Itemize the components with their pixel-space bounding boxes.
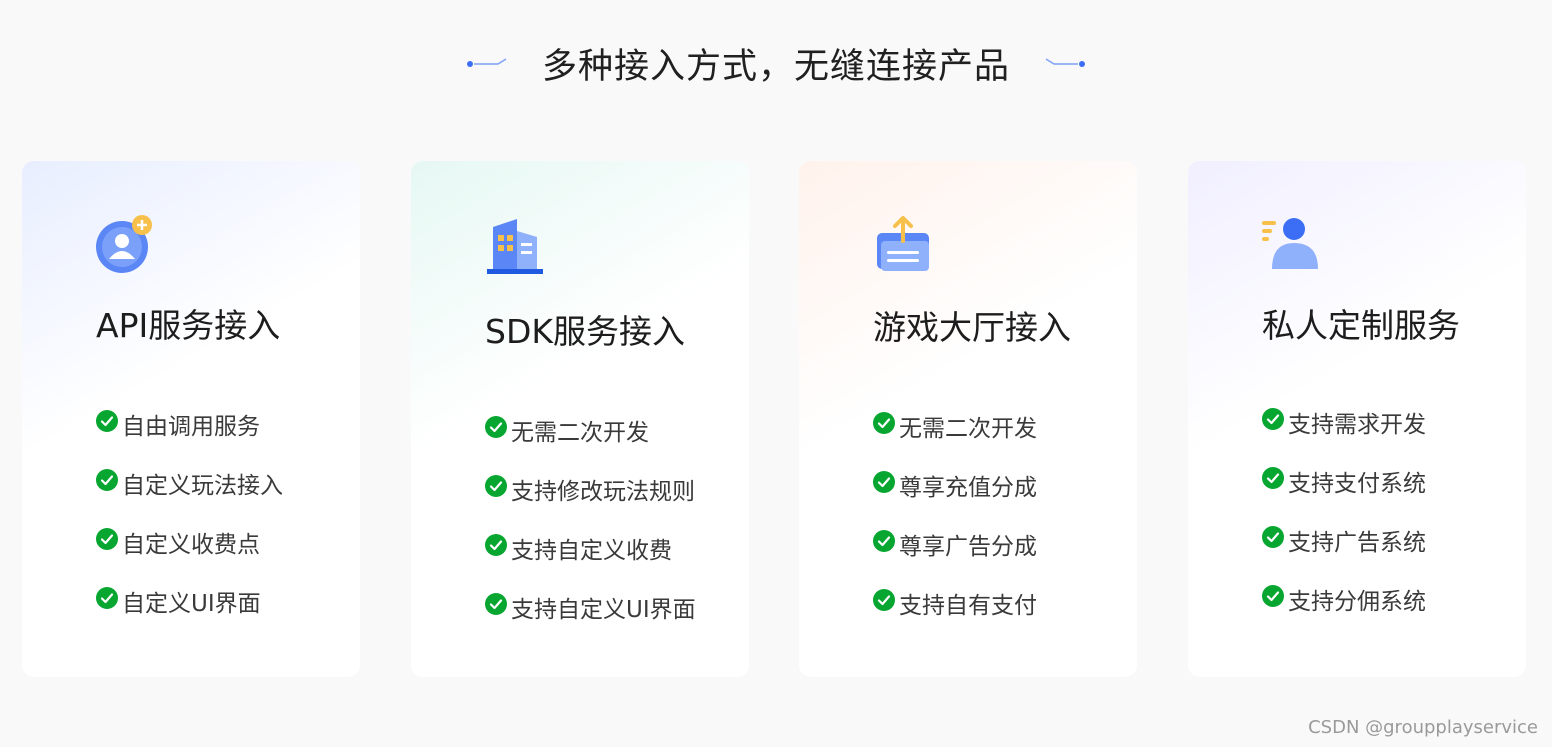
feature-label: 支持修改玩法规则: [511, 479, 695, 505]
list-item: 支持支付系统: [1262, 464, 1426, 523]
check-circle-icon: [485, 534, 507, 556]
card-title: 私人定制服务: [1262, 306, 1460, 345]
list-item: 无需二次开发: [485, 413, 696, 472]
list-item: 支持分佣系统: [1262, 582, 1426, 641]
feature-label: 支持自定义UI界面: [511, 597, 696, 623]
check-circle-icon: [1262, 467, 1284, 489]
feature-label: 支持分佣系统: [1288, 589, 1426, 615]
card-sdk-service[interactable]: SDK服务接入 无需二次开发 支持修改玩法规则 支持自定义收费 支持自定义UI界…: [411, 161, 749, 677]
feature-list: 无需二次开发 尊享充值分成 尊享广告分成 支持自有支付: [873, 409, 1037, 645]
feature-label: 自定义收费点: [122, 532, 260, 558]
check-circle-icon: [96, 528, 118, 550]
feature-label: 自定义玩法接入: [122, 473, 283, 499]
upload-inbox-icon: [877, 216, 929, 271]
left-line-ornament-icon: [466, 57, 507, 67]
list-item: 支持需求开发: [1262, 405, 1426, 464]
feature-label: 尊享广告分成: [899, 534, 1037, 560]
list-item: 支持修改玩法规则: [485, 472, 696, 531]
feature-label: 自定义UI界面: [122, 591, 261, 617]
feature-label: 尊享充值分成: [899, 475, 1037, 501]
user-add-icon: [96, 215, 152, 273]
list-item: 支持广告系统: [1262, 523, 1426, 582]
check-circle-icon: [485, 475, 507, 497]
check-circle-icon: [485, 416, 507, 438]
check-circle-icon: [96, 587, 118, 609]
card-title: SDK服务接入: [485, 312, 685, 351]
check-circle-icon: [1262, 526, 1284, 548]
card-game-lobby[interactable]: 游戏大厅接入 无需二次开发 尊享充值分成 尊享广告分成 支持自有支付: [799, 161, 1137, 677]
list-item: 支持自定义收费: [485, 531, 696, 590]
check-circle-icon: [96, 469, 118, 491]
feature-label: 自由调用服务: [122, 414, 260, 440]
list-item: 自定义收费点: [96, 525, 283, 584]
list-item: 自定义玩法接入: [96, 466, 283, 525]
card-api-service[interactable]: API服务接入 自由调用服务 自定义玩法接入 自定义收费点 自定义UI界面: [22, 161, 360, 677]
feature-list: 自由调用服务 自定义玩法接入 自定义收费点 自定义UI界面: [96, 407, 283, 643]
feature-list: 支持需求开发 支持支付系统 支持广告系统 支持分佣系统: [1262, 405, 1426, 641]
check-circle-icon: [1262, 585, 1284, 607]
list-item: 尊享广告分成: [873, 527, 1037, 586]
list-item: 尊享充值分成: [873, 468, 1037, 527]
feature-label: 无需二次开发: [899, 416, 1037, 442]
list-item: 自由调用服务: [96, 407, 283, 466]
check-circle-icon: [873, 471, 895, 493]
check-circle-icon: [873, 530, 895, 552]
page-title: 多种接入方式，无缝连接产品: [541, 47, 1010, 87]
card-title: 游戏大厅接入: [873, 308, 1071, 347]
feature-label: 无需二次开发: [511, 420, 649, 446]
section-heading: 多种接入方式，无缝连接产品: [0, 38, 1552, 89]
list-item: 自定义UI界面: [96, 584, 283, 643]
watermark: CSDN @groupplayservice: [1308, 717, 1538, 738]
feature-label: 支持自定义收费: [511, 538, 672, 564]
user-list-icon: [1262, 218, 1318, 269]
right-line-ornament-icon: [1045, 57, 1085, 67]
list-item: 无需二次开发: [873, 409, 1037, 468]
feature-label: 支持自有支付: [899, 593, 1037, 619]
building-icon: [487, 219, 543, 274]
feature-list: 无需二次开发 支持修改玩法规则 支持自定义收费 支持自定义UI界面: [485, 413, 696, 649]
card-custom-service[interactable]: 私人定制服务 支持需求开发 支持支付系统 支持广告系统 支持分佣系统: [1188, 161, 1526, 677]
list-item: 支持自有支付: [873, 586, 1037, 645]
check-circle-icon: [485, 593, 507, 615]
feature-label: 支持广告系统: [1288, 530, 1426, 556]
check-circle-icon: [873, 412, 895, 434]
check-circle-icon: [873, 589, 895, 611]
feature-label: 支持需求开发: [1288, 412, 1426, 438]
list-item: 支持自定义UI界面: [485, 590, 696, 649]
check-circle-icon: [1262, 408, 1284, 430]
card-title: API服务接入: [96, 306, 281, 345]
check-circle-icon: [96, 410, 118, 432]
feature-label: 支持支付系统: [1288, 471, 1426, 497]
